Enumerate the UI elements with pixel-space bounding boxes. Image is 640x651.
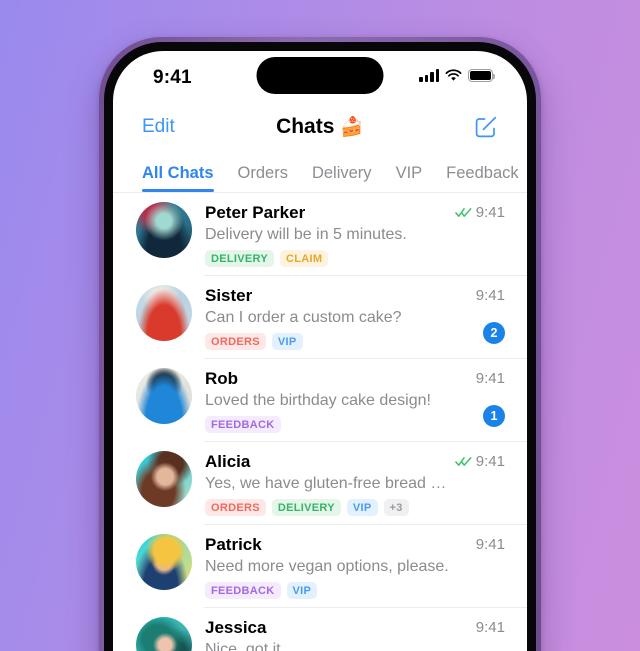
chat-content: Alicia Yes, we have gluten-free bread ava…	[205, 451, 449, 516]
tab-bar[interactable]: All ChatsOrdersDeliveryVIPFeedbackE	[113, 151, 527, 193]
chat-timestamp: 9:41	[475, 204, 505, 221]
tag-vip[interactable]: VIP	[346, 499, 378, 516]
compose-square-pencil-icon	[475, 116, 497, 138]
chat-row[interactable]: Sister Can I order a custom cake? ORDERS VI…	[113, 276, 527, 359]
chat-meta-top: 9:41	[454, 204, 505, 221]
phone-frame: 9:41 Edit Chats 🍰 All Chats Orders Deliv…	[99, 37, 541, 651]
tag-vip[interactable]: VIP	[286, 582, 318, 599]
chat-name: Alicia	[205, 452, 251, 471]
compose-button[interactable]	[473, 114, 499, 140]
cake-emoji-icon: 🍰	[340, 117, 364, 138]
chat-name: Peter Parker	[205, 203, 306, 222]
chat-row[interactable]: Alicia Yes, we have gluten-free bread ava…	[113, 442, 527, 525]
tab-feedback[interactable]: Feedback	[446, 164, 518, 192]
status-bar-icons	[419, 69, 496, 82]
chat-preview-message: Loved the birthday cake design!	[205, 392, 431, 409]
avatar-sister	[136, 285, 192, 341]
chat-meta-top: 9:41	[476, 619, 505, 636]
tab-orders[interactable]: Orders	[238, 164, 288, 192]
chat-tag-row: FEEDBACK	[205, 416, 470, 433]
chat-tag-row: ORDERS DELIVERY VIP +3	[205, 499, 449, 516]
chat-content: Patrick Need more vegan options, please. F…	[205, 534, 470, 599]
chat-meta: 9:41	[454, 202, 505, 267]
chat-meta: 9:41 1	[476, 368, 505, 433]
avatar-peter-parker	[136, 202, 192, 258]
chat-content: Sister Can I order a custom cake? ORDERS VI…	[205, 285, 470, 350]
chat-meta-top: 9:41	[454, 453, 505, 470]
tag-delivery[interactable]: DELIVERY	[271, 499, 341, 516]
edit-button[interactable]: Edit	[142, 116, 175, 138]
tag-vip[interactable]: VIP	[271, 333, 303, 350]
tab-delivery[interactable]: Delivery	[312, 164, 372, 192]
chat-timestamp: 9:41	[475, 287, 505, 304]
chat-meta: 9:41 2	[476, 285, 505, 350]
chat-content: Peter Parker Delivery will be in 5 minute…	[205, 202, 449, 267]
phone-bezel: 9:41 Edit Chats 🍰 All Chats Orders Deliv…	[104, 42, 536, 651]
page-title: Chats 🍰	[113, 115, 527, 139]
chat-meta: 9:41	[476, 617, 505, 651]
chat-preview-message: Nice, got it.	[205, 641, 286, 651]
tag-plus3[interactable]: +3	[383, 499, 409, 516]
chat-timestamp: 9:41	[475, 453, 505, 470]
tag-delivery[interactable]: DELIVERY	[205, 250, 275, 267]
status-bar-time: 9:41	[153, 67, 192, 88]
chat-meta: 9:41	[476, 534, 505, 599]
chat-name: Patrick	[205, 535, 262, 554]
unread-count-badge: 1	[483, 405, 505, 427]
wifi-icon	[445, 69, 462, 81]
chat-name: Jessica	[205, 618, 267, 637]
chat-preview-message: Yes, we have gluten-free bread available…	[205, 475, 449, 492]
cellular-signal-icon	[419, 69, 439, 82]
chat-meta-top: 9:41	[476, 370, 505, 387]
chat-preview-message: Delivery will be in 5 minutes.	[205, 226, 407, 243]
tag-orders[interactable]: ORDERS	[205, 333, 266, 350]
navigation-bar: Edit Chats 🍰	[113, 103, 527, 151]
chat-meta-top: 9:41	[476, 287, 505, 304]
battery-full-icon	[468, 69, 496, 82]
page-title-text: Chats	[276, 115, 335, 138]
chat-name: Sister	[205, 286, 253, 305]
tag-feedback[interactable]: FEEDBACK	[205, 582, 281, 599]
chat-preview-message: Need more vegan options, please.	[205, 558, 449, 575]
tag-orders[interactable]: ORDERS	[205, 499, 266, 516]
chat-meta-top: 9:41	[476, 536, 505, 553]
chat-row[interactable]: Rob Loved the birthday cake design! FEEDBA…	[113, 359, 527, 442]
read-receipt-double-check-icon	[454, 457, 472, 466]
chat-timestamp: 9:41	[475, 619, 505, 636]
unread-count-badge: 2	[483, 322, 505, 344]
chat-name: Rob	[205, 369, 239, 388]
status-bar: 9:41	[113, 51, 527, 103]
avatar-alicia	[136, 451, 192, 507]
avatar-jessica	[136, 617, 192, 651]
avatar-patrick	[136, 534, 192, 590]
chat-content: Rob Loved the birthday cake design! FEEDBA…	[205, 368, 470, 433]
chat-list[interactable]: Peter Parker Delivery will be in 5 minute…	[113, 193, 527, 651]
chat-row[interactable]: Patrick Need more vegan options, please. F…	[113, 525, 527, 608]
phone-screen: 9:41 Edit Chats 🍰 All Chats Orders Deliv…	[113, 51, 527, 651]
chat-timestamp: 9:41	[475, 370, 505, 387]
read-receipt-double-check-icon	[454, 208, 472, 217]
chat-tag-row: DELIVERY CLAIM	[205, 250, 449, 267]
tab-vip[interactable]: VIP	[396, 164, 423, 192]
chat-tag-row: ORDERS VIP	[205, 333, 470, 350]
avatar-rob	[136, 368, 192, 424]
chat-row[interactable]: Peter Parker Delivery will be in 5 minute…	[113, 193, 527, 276]
tag-claim[interactable]: CLAIM	[280, 250, 329, 267]
chat-timestamp: 9:41	[475, 536, 505, 553]
chat-content: Jessica Nice, got it.	[205, 617, 470, 651]
chat-meta: 9:41	[454, 451, 505, 516]
chat-row[interactable]: Jessica Nice, got it. 9:41	[113, 608, 527, 651]
dynamic-island	[256, 57, 384, 94]
chat-preview-message: Can I order a custom cake?	[205, 309, 402, 326]
tab-all-chats[interactable]: All Chats	[142, 164, 214, 192]
tag-feedback[interactable]: FEEDBACK	[205, 416, 281, 433]
chat-tag-row: FEEDBACK VIP	[205, 582, 470, 599]
